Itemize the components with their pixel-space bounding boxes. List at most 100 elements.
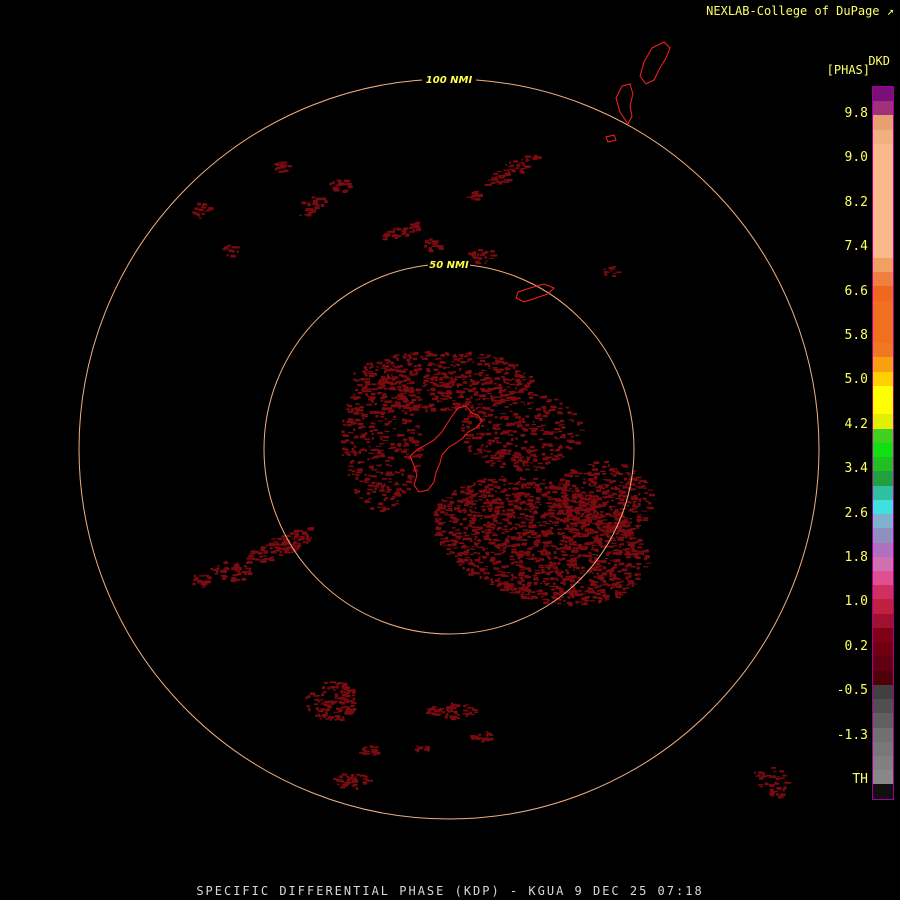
radar-echo-cell [571,484,577,488]
radar-echo-cell [458,532,462,535]
radar-echo-cell [550,449,554,452]
radar-echo-cell [574,475,580,477]
radar-echo-cell [388,456,394,459]
radar-echo-cell [246,557,251,560]
radar-echo-cell [230,254,236,258]
radar-echo-cell [483,556,486,559]
radar-echo-cell [478,556,481,560]
radar-echo-cell [609,509,614,511]
radar-display[interactable]: 50 NMI 100 NMI [0,0,900,900]
radar-echo-cell [467,513,473,516]
radar-echo-cell [463,388,469,390]
radar-echo-cell [388,387,392,390]
radar-echo-cell [594,476,598,480]
color-scale-swatch [873,172,893,187]
radar-echo-cell [549,577,555,581]
radar-echo-cell [565,524,569,526]
nexlab-credit[interactable]: NEXLAB-College of DuPage ↗ [706,4,894,18]
radar-echo-cell [477,193,483,197]
radar-echo-cell [507,521,512,524]
radar-echo-cell [410,363,413,365]
radar-echo-cell [467,358,473,361]
color-scale-swatch [873,158,893,173]
radar-echo-cell [524,593,531,596]
radar-echo-cell [404,353,407,356]
radar-echo-cell [543,495,546,497]
radar-echo-cell [529,505,535,508]
radar-echo-cell [465,401,472,404]
radar-echo-cell [502,505,505,508]
radar-echo-cell [401,473,404,476]
radar-echo-cell [571,499,576,503]
radar-echo-cell [593,495,599,498]
radar-echo-cell [572,547,576,550]
color-scale-swatch [873,129,893,144]
radar-echo-cell [324,681,328,684]
radar-echo-cell [371,750,377,754]
radar-echo-cell [355,787,359,790]
radar-echo-cell [438,245,444,248]
radar-echo-cell [478,733,482,736]
radar-echo-cell [216,565,220,567]
radar-echo-cell [202,581,207,583]
radar-echo-cell [236,250,239,253]
radar-echo-cell [393,428,397,430]
radar-echo-cell [387,407,392,410]
radar-echo-cell [508,508,515,512]
radar-echo-cell [487,355,492,357]
radar-echo-cell [294,533,299,537]
radar-echo-cell [384,418,388,420]
radar-echo-cell [256,551,260,553]
radar-echo-cell [427,710,430,714]
radar-echo-cell [462,567,465,570]
radar-echo-cell [507,449,512,452]
radar-echo-cell [782,789,785,791]
radar-echo-cell [502,546,507,549]
radar-echo-cell [444,407,450,409]
radar-echo-cell [568,439,575,443]
radar-echo-cell [605,484,610,486]
radar-echo-cell [333,700,338,704]
radar-echo-cell [497,570,501,573]
radar-echo-cell [233,246,240,249]
radar-echo-cell [278,170,285,173]
radar-echo-cell [527,581,532,585]
radar-echo-cell [274,163,280,166]
radar-echo-cell [579,570,586,572]
radar-echo-cell [521,417,525,421]
radar-echo-cell [757,774,761,777]
radar-echo-cell [608,571,613,574]
radar-echo-cell [525,415,530,418]
radar-echo-cell [495,519,498,523]
radar-echo-cell [591,506,596,509]
radar-echo-cell [363,481,370,483]
radar-echo-cell [551,512,555,515]
color-scale-swatch [873,514,893,529]
radar-echo-cell [638,543,644,545]
radar-echo-cell [353,412,359,415]
radar-echo-cell [307,695,311,698]
radar-echo-cell [464,355,467,358]
radar-echo-cell [547,598,550,602]
radar-echo-cell [322,197,327,201]
color-scale-swatch [873,741,893,757]
radar-echo-cell [586,518,592,522]
radar-echo-cell [356,472,362,474]
radar-echo-cell [344,782,351,785]
radar-echo-cell [514,484,520,485]
radar-echo-cell [384,430,390,433]
radar-echo-cell [635,556,638,558]
radar-echo-cell [525,158,529,161]
radar-echo-cell [543,580,546,583]
radar-echo-cell [382,494,385,496]
radar-echo-cell [515,391,519,394]
radar-echo-cell [494,399,499,402]
radar-echo-cell [613,574,617,577]
radar-echo-cell [387,230,393,233]
radar-echo-cell [405,378,411,381]
radar-echo-cell [324,200,328,204]
radar-echo-cell [449,715,454,719]
radar-echo-cell [484,376,490,380]
radar-echo-cell [380,391,383,394]
radar-echo-cell [555,421,559,425]
